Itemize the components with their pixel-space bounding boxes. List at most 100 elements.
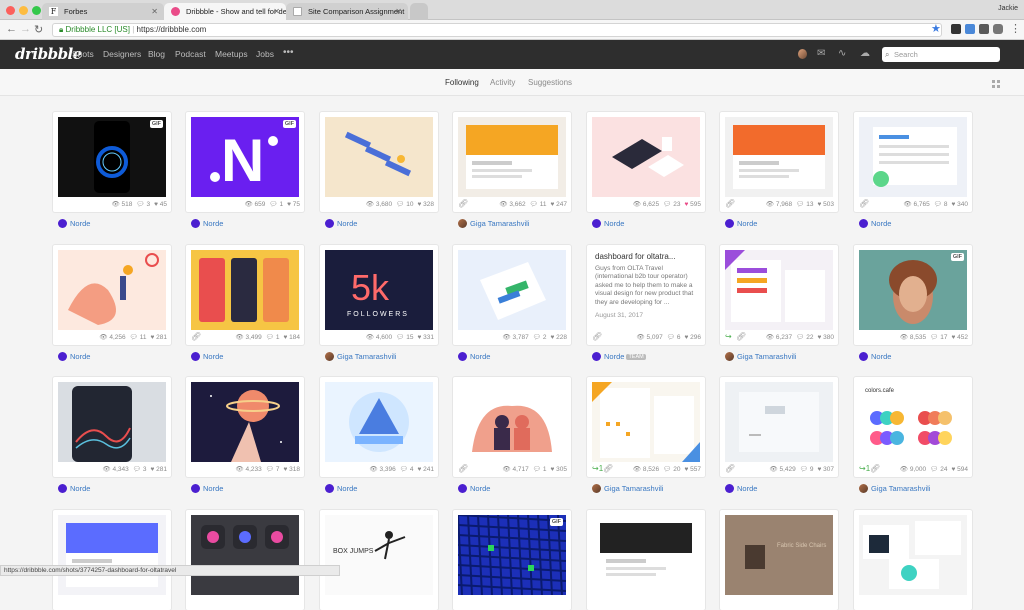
shot-author[interactable]: Norde [592, 219, 624, 228]
likes-icon[interactable]: ♥ [417, 201, 421, 208]
shot-card[interactable]: 🔗︎ ↪ 👁︎ 6,237 💬︎ 22 ♥ 380 [720, 245, 838, 345]
author-name[interactable]: Norde [70, 219, 90, 228]
shot-thumbnail[interactable]: 5k FOLLOWERS [325, 250, 433, 330]
author-avatar[interactable] [58, 484, 67, 493]
shot-card[interactable] [186, 510, 304, 610]
author-avatar[interactable] [58, 219, 67, 228]
likes-icon[interactable]: ♥ [150, 466, 154, 473]
close-tab-icon[interactable]: ✕ [273, 3, 280, 20]
shot-thumbnail[interactable] [458, 382, 566, 462]
author-name[interactable]: Norde [203, 219, 223, 228]
likes-icon[interactable]: ♥ [684, 334, 688, 341]
shot-author[interactable]: Norde [325, 219, 357, 228]
likes-icon[interactable]: ♥ [550, 334, 554, 341]
shot-card[interactable]: 🔗︎ 👁︎ 7,968 💬︎ 13 ♥ 503 [720, 112, 838, 212]
likes-icon[interactable]: ♥ [550, 201, 554, 208]
shot-author[interactable]: Norde [191, 484, 223, 493]
shot-thumbnail[interactable] [191, 382, 299, 462]
author-name[interactable]: Giga Tamarashvili [604, 484, 663, 493]
back-icon[interactable]: ← [6, 23, 17, 35]
author-avatar[interactable] [725, 352, 734, 361]
author-avatar[interactable] [191, 219, 200, 228]
author-avatar[interactable] [725, 484, 734, 493]
tab-site-comparison[interactable]: Site Comparison Assignment ✕ [286, 3, 408, 20]
shot-thumbnail[interactable] [58, 250, 166, 330]
author-avatar[interactable] [458, 352, 467, 361]
address-bar[interactable]: 🔒︎ Dribbble LLC [US] | https://dribbble.… [52, 23, 942, 37]
shot-author[interactable]: Giga Tamarashvili [859, 484, 930, 493]
user-avatar[interactable] [798, 49, 807, 59]
author-avatar[interactable] [325, 352, 334, 361]
author-name[interactable]: Norde [203, 484, 223, 493]
author-name[interactable]: Giga Tamarashvili [470, 219, 529, 228]
shot-card[interactable]: GIF 👁︎ 518 💬︎ 3 ♥ 45 [53, 112, 171, 212]
likes-icon[interactable]: ♥ [951, 201, 955, 208]
shot-author[interactable]: Norde [859, 352, 891, 361]
shot-card[interactable]: 👁︎ 3,787 💬︎ 2 ♥ 228 [453, 245, 571, 345]
likes-icon[interactable]: ♥ [417, 466, 421, 473]
author-name[interactable]: Norde [604, 352, 624, 361]
shot-card[interactable]: 🔗︎ 👁︎ 3,662 💬︎ 11 ♥ 247 [453, 112, 571, 212]
shot-thumbnail[interactable] [725, 382, 833, 462]
shot-thumbnail[interactable] [592, 515, 700, 595]
tab-dribbble[interactable]: Dribbble - Show and tell for de ✕ [164, 3, 286, 20]
author-name[interactable]: Norde [70, 352, 90, 361]
shot-thumbnail[interactable]: colors.cafe [859, 382, 967, 462]
author-avatar[interactable] [592, 352, 601, 361]
forward-icon[interactable]: → [20, 23, 31, 35]
author-avatar[interactable] [191, 484, 200, 493]
close-tab-icon[interactable]: ✕ [395, 3, 402, 20]
shot-thumbnail[interactable] [592, 382, 700, 462]
shot-card[interactable]: dashboard for oltatra... Guys from OLTA T… [587, 245, 705, 345]
shot-thumbnail[interactable]: GIF [458, 515, 566, 595]
author-avatar[interactable] [859, 219, 868, 228]
shot-thumbnail[interactable] [458, 117, 566, 197]
search-input[interactable]: ⌕ Search [882, 47, 1000, 62]
shot-card[interactable]: 🔗︎ ↪1 👁︎ 8,526 💬︎ 20 ♥ 557 [587, 377, 705, 477]
profile-name[interactable]: Jackie [998, 5, 1018, 12]
shot-card[interactable]: 👁︎ 6,625 💬︎ 23 ♥ 595 [587, 112, 705, 212]
shot-thumbnail[interactable] [458, 250, 566, 330]
shot-card[interactable] [587, 510, 705, 610]
camera-extension-icon[interactable] [993, 24, 1003, 34]
likes-icon[interactable]: ♥ [283, 334, 287, 341]
shot-card[interactable]: GIF [453, 510, 571, 610]
likes-icon[interactable]: ♥ [417, 334, 421, 341]
likes-icon[interactable]: ♥ [951, 466, 955, 473]
shot-author[interactable]: Norde [458, 352, 490, 361]
shot-author[interactable]: Norde TEAM [592, 352, 646, 361]
shot-card[interactable]: 🔗︎ 👁︎ 3,499 💬︎ 1 ♥ 184 [186, 245, 304, 345]
shot-thumbnail[interactable]: dashboard for oltatra... Guys from OLTA T… [592, 250, 700, 330]
shot-card[interactable]: 👁︎ 4,233 💬︎ 7 ♥ 318 [186, 377, 304, 477]
author-avatar[interactable] [325, 219, 334, 228]
tab-forbes[interactable]: F Forbes ✕ [42, 3, 164, 20]
shot-thumbnail[interactable] [191, 250, 299, 330]
shot-card[interactable]: 🔗︎ 👁︎ 6,765 💬︎ 8 ♥ 340 [854, 112, 972, 212]
author-name[interactable]: Norde [737, 484, 757, 493]
shot-card[interactable] [53, 510, 171, 610]
minimize-window-icon[interactable] [19, 6, 28, 15]
author-avatar[interactable] [325, 484, 334, 493]
shot-card[interactable]: 🔗︎ 👁︎ 4,717 💬︎ 1 ♥ 305 [453, 377, 571, 477]
shot-author[interactable]: Norde [191, 219, 223, 228]
shot-card[interactable] [854, 510, 972, 610]
shot-author[interactable]: Norde [859, 219, 891, 228]
shot-card[interactable]: 🔗︎ 👁︎ 5,429 💬︎ 9 ♥ 307 [720, 377, 838, 477]
author-avatar[interactable] [191, 352, 200, 361]
likes-icon[interactable]: ♥ [684, 201, 688, 208]
shot-card[interactable]: Fabric Side Chairs [720, 510, 838, 610]
author-avatar[interactable] [725, 219, 734, 228]
menu-kebab-icon[interactable]: ⋮ [1010, 22, 1021, 35]
author-name[interactable]: Norde [337, 484, 357, 493]
shot-thumbnail[interactable] [58, 515, 166, 595]
shot-card[interactable]: 👁︎ 3,396 💬︎ 4 ♥ 241 [320, 377, 438, 477]
author-avatar[interactable] [592, 219, 601, 228]
likes-icon[interactable]: ♥ [817, 466, 821, 473]
shot-card[interactable]: 5k FOLLOWERS 👁︎ 4,600 💬︎ 15 ♥ 331 [320, 245, 438, 345]
author-name[interactable]: Norde [470, 352, 490, 361]
shot-thumbnail[interactable]: Fabric Side Chairs [725, 515, 833, 595]
shot-thumbnail[interactable] [325, 382, 433, 462]
author-name[interactable]: Norde [737, 219, 757, 228]
nav-more-icon[interactable]: ••• [283, 47, 294, 58]
upload-cloud-icon[interactable]: ☁ [860, 49, 871, 59]
